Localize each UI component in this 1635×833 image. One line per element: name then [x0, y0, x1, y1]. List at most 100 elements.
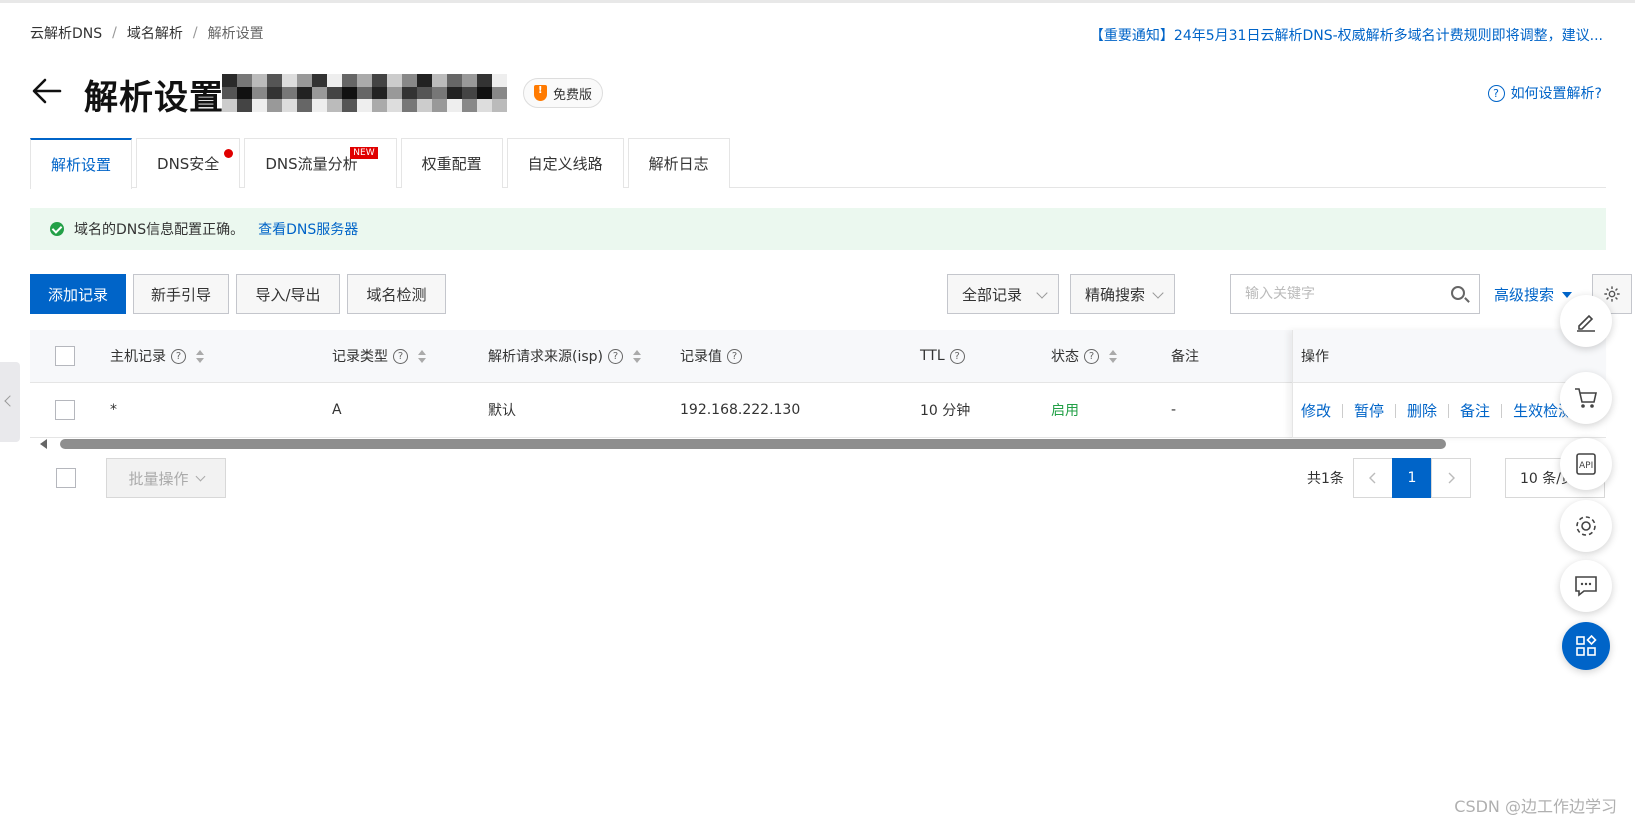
sidebar-expand-handle[interactable]	[0, 362, 20, 442]
help-link-label: 如何设置解析?	[1510, 86, 1602, 102]
new-tag: NEW	[350, 147, 378, 159]
batch-operations-label: 批量操作	[128, 469, 189, 488]
tab-label: 自定义线路	[527, 155, 603, 173]
column-remark: 备注	[1171, 349, 1199, 365]
column-host-label: 主机记录	[110, 349, 166, 365]
tab-dns-traffic-analysis[interactable]: DNS流量分析 NEW	[244, 138, 397, 188]
tab-resolution-log[interactable]: 解析日志	[627, 138, 730, 188]
tab-label: 解析设置	[51, 156, 112, 174]
question-icon[interactable]: ?	[1084, 348, 1099, 364]
column-value: 记录值 ?	[680, 330, 742, 382]
column-actions: 操作	[1293, 330, 1606, 383]
cell-host: *	[110, 402, 117, 418]
column-host[interactable]: 主机记录 ?	[110, 330, 204, 382]
sort-icon[interactable]	[418, 349, 426, 363]
tab-label: 解析日志	[648, 155, 709, 173]
chat-icon	[1575, 576, 1597, 597]
tab-custom-lines[interactable]: 自定义线路	[506, 138, 624, 188]
cell-remark: -	[1171, 402, 1177, 418]
search-icon[interactable]	[1451, 286, 1465, 300]
question-icon[interactable]: ?	[171, 348, 186, 364]
add-record-button[interactable]: 添加记录	[30, 274, 126, 314]
chevron-right-icon	[1448, 472, 1455, 484]
column-value-label: 记录值	[680, 349, 722, 365]
advanced-search-toggle[interactable]: 高级搜索	[1494, 284, 1573, 305]
tab-weight-config[interactable]: 权重配置	[400, 138, 503, 188]
horizontal-scrollbar[interactable]	[30, 437, 1606, 451]
total-count: 共1条	[1307, 471, 1344, 487]
view-dns-servers-link[interactable]: 查看DNS服务器	[258, 219, 358, 239]
pause-link[interactable]: 暂停	[1354, 400, 1384, 421]
chevron-down-icon	[1152, 287, 1164, 299]
domain-check-button[interactable]: 域名检测	[347, 274, 446, 314]
toolbar: 添加记录 新手引导 导入/导出 域名检测 全部记录 精确搜索 高级搜索	[30, 274, 1632, 314]
breadcrumb-item-domain[interactable]: 域名解析	[127, 23, 183, 43]
tab-resolution-settings[interactable]: 解析设置	[30, 138, 133, 189]
sort-icon[interactable]	[633, 349, 641, 363]
select-all-checkbox[interactable]	[55, 346, 75, 366]
settings-button[interactable]	[1560, 500, 1612, 552]
chat-button[interactable]	[1560, 560, 1612, 612]
column-type[interactable]: 记录类型 ?	[332, 330, 426, 382]
actions-column: 操作 修改 暂停 删除 备注 生效检测	[1292, 330, 1606, 438]
record-filter-select[interactable]: 全部记录	[947, 274, 1059, 314]
apps-button[interactable]	[1562, 622, 1610, 670]
batch-operations-button[interactable]: 批量操作	[106, 458, 226, 498]
record-filter-value: 全部记录	[962, 285, 1023, 304]
feedback-edit-button[interactable]	[1560, 295, 1612, 347]
column-status[interactable]: 状态 ?	[1051, 330, 1117, 382]
cart-button[interactable]	[1560, 372, 1612, 424]
question-icon[interactable]: ?	[727, 348, 742, 364]
cell-ttl: 10 分钟	[920, 403, 971, 419]
cell-type: A	[332, 402, 342, 418]
prev-page-button[interactable]	[1353, 458, 1393, 498]
scrollbar-thumb[interactable]	[60, 439, 1446, 449]
help-link[interactable]: ? 如何设置解析?	[1487, 83, 1602, 103]
gear-icon	[1576, 516, 1596, 536]
column-ttl: TTL ?	[920, 330, 965, 382]
advanced-search-label: 高级搜索	[1494, 286, 1555, 304]
cell-isp: 默认	[488, 403, 516, 419]
breadcrumb-item-current: 解析设置	[207, 26, 264, 42]
chevron-left-icon	[4, 395, 16, 407]
scroll-left-arrow-icon[interactable]	[40, 439, 47, 449]
column-isp[interactable]: 解析请求来源(isp) ?	[488, 330, 641, 382]
question-icon[interactable]: ?	[393, 348, 408, 364]
sort-icon[interactable]	[1109, 349, 1117, 363]
edit-link[interactable]: 修改	[1301, 400, 1331, 421]
cell-value: 192.168.222.130	[680, 402, 801, 418]
import-export-button[interactable]: 导入/导出	[236, 274, 340, 314]
back-arrow-icon[interactable]	[30, 74, 64, 108]
redacted-domain-name	[222, 74, 507, 112]
search-mode-value: 精确搜索	[1085, 285, 1146, 304]
important-notice-link[interactable]: 【重要通知】24年5月31日云解析DNS-权威解析多域名计费规则即将调整，建议.…	[1090, 25, 1603, 45]
chevron-down-icon	[195, 471, 205, 481]
search-mode-select[interactable]: 精确搜索	[1070, 274, 1175, 314]
column-type-label: 记录类型	[332, 349, 388, 365]
keyword-search-input[interactable]	[1245, 286, 1435, 302]
footer-select-all-checkbox[interactable]	[56, 468, 76, 488]
keyword-search-box	[1230, 274, 1480, 314]
shield-icon	[534, 85, 547, 101]
column-ttl-label: TTL	[920, 348, 945, 364]
question-icon[interactable]: ?	[949, 348, 965, 364]
caret-down-icon	[1562, 291, 1573, 298]
row-actions: 修改 暂停 删除 备注 生效检测	[1293, 383, 1606, 438]
next-page-button[interactable]	[1431, 458, 1471, 498]
newbie-guide-button[interactable]: 新手引导	[133, 274, 229, 314]
tab-dns-security[interactable]: DNS安全	[136, 138, 241, 188]
row-checkbox[interactable]	[55, 400, 75, 420]
column-isp-label: 解析请求来源(isp)	[488, 349, 603, 365]
remark-link[interactable]: 备注	[1460, 400, 1490, 421]
dns-status-alert: 域名的DNS信息配置正确。 查看DNS服务器	[30, 208, 1606, 250]
breadcrumb-item-dns[interactable]: 云解析DNS	[30, 23, 102, 43]
page-button-current[interactable]: 1	[1392, 458, 1432, 498]
delete-link[interactable]: 删除	[1407, 400, 1437, 421]
question-icon[interactable]: ?	[608, 348, 623, 364]
tab-label: DNS安全	[157, 155, 220, 173]
tab-label: 权重配置	[421, 155, 482, 173]
watermark: CSDN @边工作边学习	[1454, 797, 1617, 816]
api-button[interactable]: API	[1560, 438, 1612, 490]
sort-icon[interactable]	[196, 349, 204, 363]
records-table: 主机记录 ? 记录类型 ? 解析请求来源(isp) ? 记录值 ? TTL ? …	[30, 330, 1606, 438]
